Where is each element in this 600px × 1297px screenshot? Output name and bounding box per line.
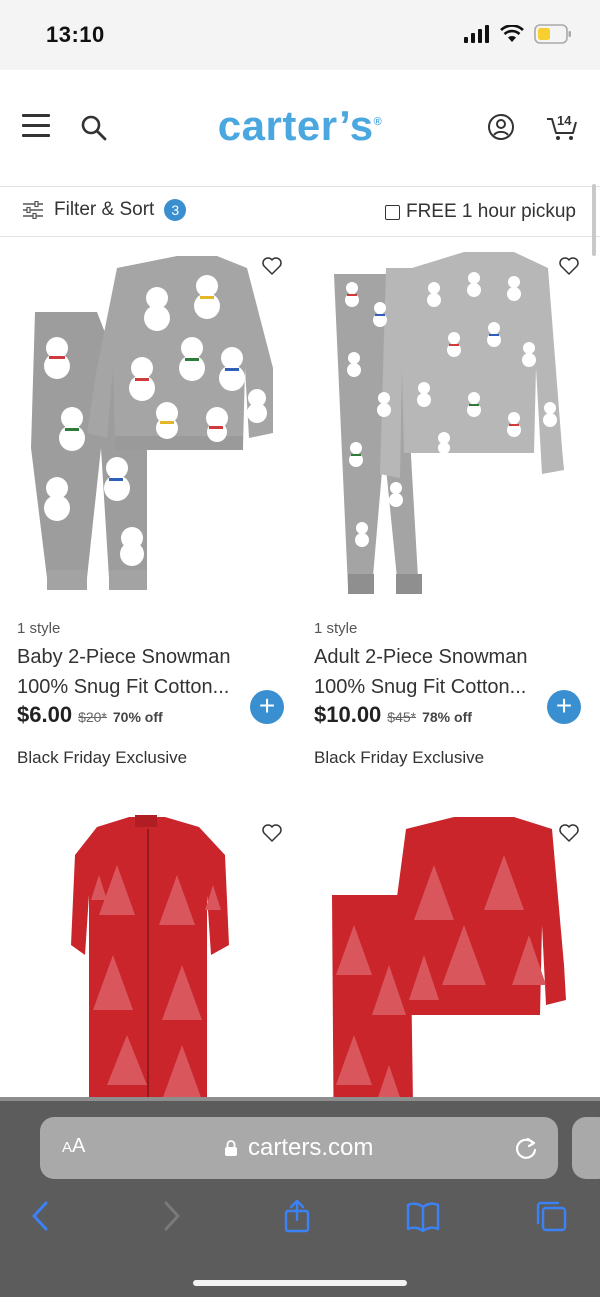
original-price: $45* <box>387 709 417 725</box>
product-card[interactable] <box>17 815 301 1097</box>
price-row: $6.00 $20* 70% off <box>17 702 163 728</box>
reload-icon[interactable] <box>512 1134 540 1162</box>
back-icon[interactable] <box>24 1199 58 1233</box>
next-tab-preview[interactable] <box>572 1117 600 1179</box>
address-bar[interactable]: AA carters.com <box>40 1117 558 1179</box>
favorite-heart-icon[interactable] <box>558 256 580 276</box>
product-card[interactable] <box>314 815 598 1097</box>
product-card[interactable]: 1 style Adult 2-Piece Snowman 100% Snug … <box>314 248 598 768</box>
cart-button[interactable]: 14 <box>545 110 579 142</box>
style-count: 1 style <box>17 620 61 637</box>
filter-sort-label: Filter & Sort <box>54 199 155 220</box>
pickup-label: FREE 1 hour pickup <box>405 201 576 222</box>
cart-count: 14 <box>557 113 572 128</box>
sale-price: $6.00 <box>17 702 73 727</box>
forward-icon[interactable] <box>154 1199 188 1233</box>
product-image-baby-snowman-pajamas[interactable] <box>17 248 301 606</box>
discount-label: 78% off <box>422 709 472 725</box>
pickup-checkbox[interactable] <box>384 204 400 220</box>
add-to-bag-button[interactable]: + <box>250 690 284 724</box>
filter-sort-button[interactable]: Filter & Sort 3 <box>22 199 187 221</box>
battery-icon <box>534 24 571 44</box>
status-time: 13:10 <box>46 22 105 47</box>
original-price: $20* <box>78 709 107 725</box>
discount-label: 70% off <box>112 709 163 725</box>
add-to-bag-button[interactable]: + <box>547 690 581 724</box>
product-title-line1: Baby 2-Piece Snowman <box>17 646 231 668</box>
favorite-heart-icon[interactable] <box>261 823 283 843</box>
filter-bar: Filter & Sort 3 FREE 1 hour pickup <box>0 186 600 237</box>
url-text: carters.com <box>248 1134 374 1161</box>
aa-large: A <box>72 1135 86 1157</box>
status-bar: 13:10 <box>0 0 600 70</box>
reader-settings-button[interactable]: AA <box>62 1135 85 1158</box>
price-row: $10.00 $45* 78% off <box>314 702 472 728</box>
wifi-icon <box>500 25 524 42</box>
favorite-heart-icon[interactable] <box>558 823 580 843</box>
lock-icon <box>225 1140 237 1156</box>
registered-mark: ® <box>373 116 383 128</box>
pickup-filter[interactable]: FREE 1 hour pickup <box>384 201 576 223</box>
aa-small: A <box>62 1139 73 1156</box>
bookmarks-icon[interactable] <box>406 1199 440 1233</box>
browser-toolbar: AA carters.com <box>0 1101 600 1297</box>
scrollbar <box>592 184 596 256</box>
tabs-icon[interactable] <box>534 1199 568 1233</box>
logo-text: carter’s <box>217 102 374 149</box>
sale-price: $10.00 <box>314 702 382 727</box>
product-image-red-tree-pajama-set[interactable] <box>314 815 598 1097</box>
account-icon[interactable] <box>487 113 515 141</box>
product-title-line1: Adult 2-Piece Snowman <box>314 646 528 668</box>
status-icons <box>464 24 572 44</box>
filter-count-badge: 3 <box>164 199 187 221</box>
share-icon[interactable] <box>280 1199 314 1233</box>
product-image-red-tree-sleeper[interactable] <box>17 815 301 1097</box>
product-image-adult-snowman-pajamas[interactable] <box>314 248 598 606</box>
signal-icon <box>464 25 489 43</box>
favorite-heart-icon[interactable] <box>261 256 283 276</box>
sliders-icon <box>23 201 43 219</box>
style-count: 1 style <box>314 620 358 637</box>
exclusive-badge: Black Friday Exclusive <box>17 748 188 767</box>
exclusive-badge: Black Friday Exclusive <box>314 748 485 767</box>
product-card[interactable]: 1 style Baby 2-Piece Snowman 100% Snug F… <box>17 248 301 768</box>
home-indicator <box>193 1280 407 1286</box>
